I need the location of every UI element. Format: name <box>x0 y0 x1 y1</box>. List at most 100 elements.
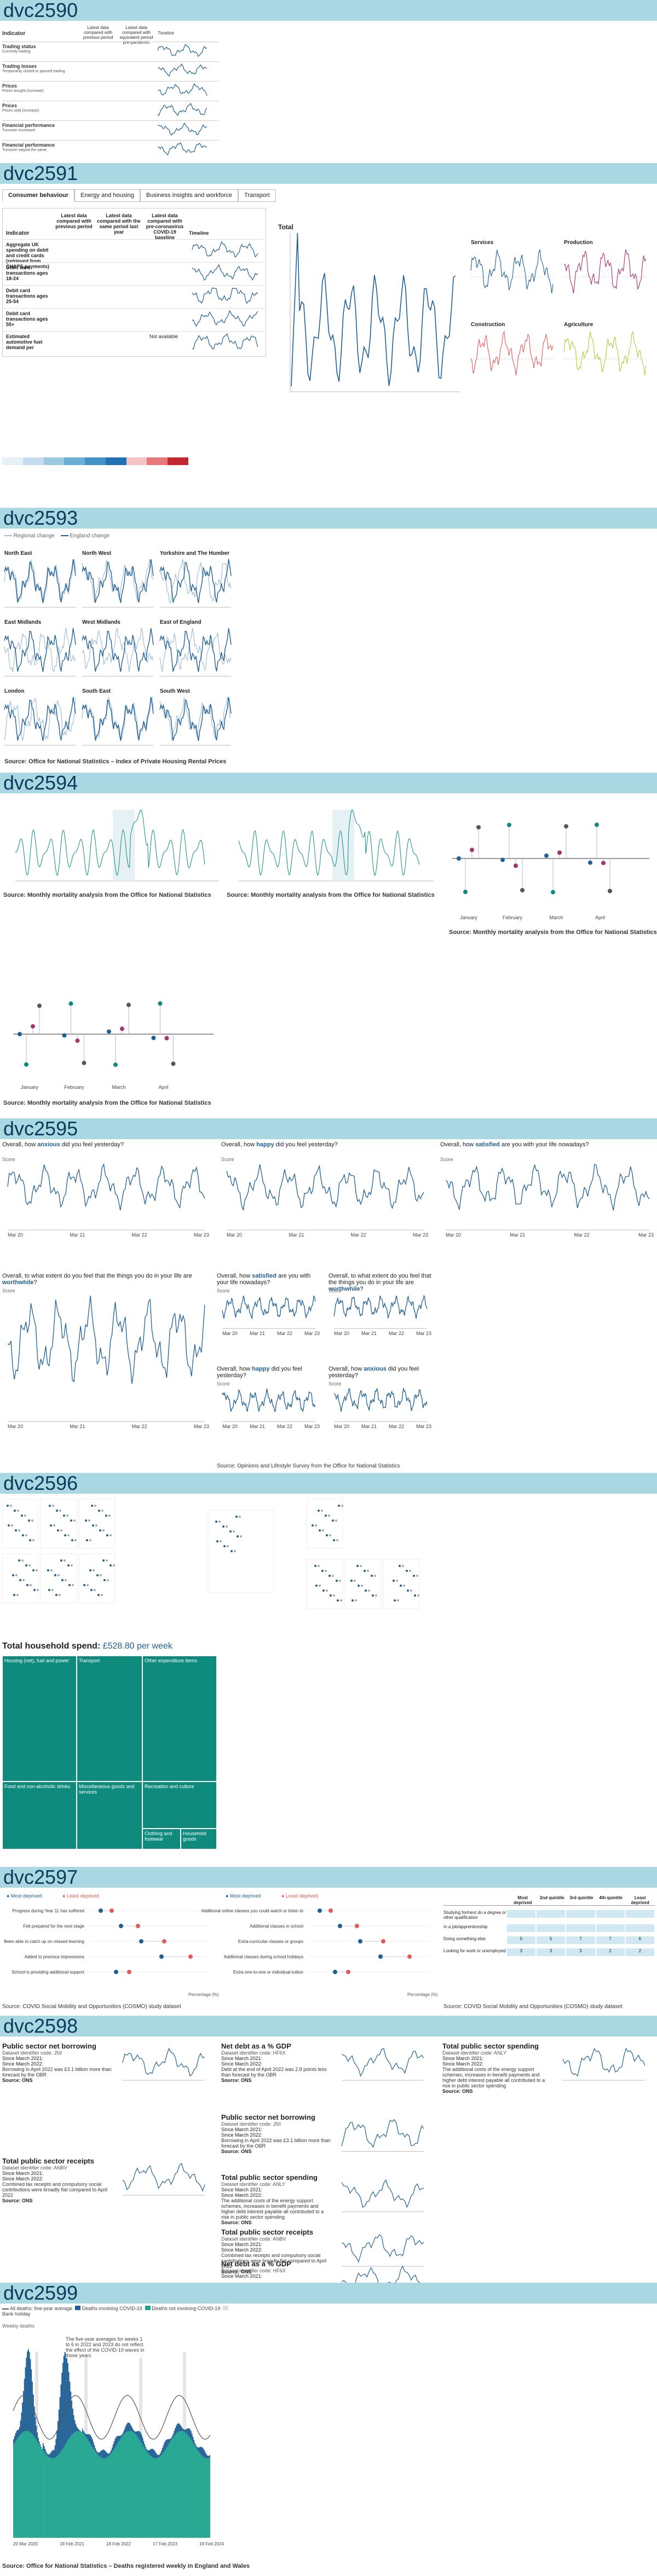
legend-regional: Regional change <box>13 533 55 539</box>
non-covid-bar <box>58 2454 60 2538</box>
non-covid-bar <box>151 2457 152 2538</box>
covid-bar <box>138 2431 140 2439</box>
month-label: March <box>112 1084 125 1090</box>
non-covid-bar <box>83 2434 84 2538</box>
question-title: Overall, how satisfied are you with your… <box>440 1141 655 1148</box>
dot <box>371 1575 373 1577</box>
non-covid-bar <box>186 2433 187 2538</box>
dot-least <box>110 1908 114 1913</box>
non-covid-bar <box>209 2457 210 2538</box>
annotation-2599: The five-year averages for weeks 1 to 6 … <box>66 2336 148 2358</box>
covid-bar <box>69 2381 71 2438</box>
treemap-other[interactable]: Other expenditure items <box>142 1656 217 1782</box>
dot <box>11 1524 13 1527</box>
dot <box>326 1534 328 1536</box>
dot <box>110 1534 112 1536</box>
dot-most <box>318 1908 322 1913</box>
non-covid-bar <box>181 2431 182 2538</box>
covid-bar <box>164 2442 165 2451</box>
row-value: Not available <box>149 334 178 339</box>
covid-bar <box>101 2450 102 2458</box>
non-covid-bar <box>143 2446 145 2538</box>
treemap-clothing[interactable]: Clothing and footwear <box>142 1829 181 1849</box>
lollipop-dot <box>24 1062 28 1067</box>
non-covid-bar <box>107 2457 108 2538</box>
non-covid-bar <box>107 2456 109 2538</box>
covid-bar <box>33 2394 34 2436</box>
covid-bar <box>204 2451 205 2458</box>
covid-bar <box>175 2428 176 2435</box>
covid-bar <box>112 2447 113 2452</box>
non-covid-bar <box>120 2438 122 2538</box>
card-note: Debt at the end of April 2022 was 2.8 po… <box>221 2067 327 2078</box>
item-label: Progress during Year 11 has suffered <box>13 1908 84 1913</box>
sparkline <box>157 63 208 77</box>
tab-consumer-behaviour[interactable]: Consumer behaviour <box>2 189 75 202</box>
treemap-housing[interactable]: Housing (net), fuel and power <box>2 1656 77 1782</box>
x-label: Percentage (%) <box>188 1992 219 1997</box>
covid-bar <box>120 2435 122 2438</box>
tab-business-insights[interactable]: Business insights and workforce <box>140 189 239 202</box>
covid-bar <box>156 2453 157 2458</box>
treemap-recreation[interactable]: Recreation and culture <box>142 1782 217 1829</box>
treemap-misc[interactable]: Miscellaneous goods and services <box>77 1782 142 1849</box>
dot <box>416 1575 418 1577</box>
covid-bar <box>207 2456 209 2458</box>
panel-frame <box>344 1559 382 1609</box>
non-covid-bar <box>21 2433 22 2538</box>
non-covid-bar <box>132 2432 134 2538</box>
england-line <box>159 559 232 604</box>
legend-covid: Deaths involving COVID-19 <box>82 2306 142 2311</box>
non-covid-bar <box>131 2431 132 2538</box>
covid-bar <box>157 2455 158 2458</box>
treemap-transport[interactable]: Transport <box>77 1656 142 1782</box>
row-label: Studying for/next do a degree or other q… <box>443 1910 506 1920</box>
dot <box>63 1515 65 1517</box>
treemap-household[interactable]: Household goods <box>181 1829 217 1849</box>
scale-swatch <box>126 457 147 465</box>
non-covid-bar <box>188 2436 190 2538</box>
treemap-food[interactable]: Food and non-alcoholic drinks <box>2 1782 77 1849</box>
non-covid-bar <box>199 2453 200 2538</box>
total-spend: Total household spend: £528.80 per week <box>2 1641 172 1651</box>
covid-bar <box>196 2446 198 2450</box>
wellbeing-line <box>445 1164 650 1211</box>
non-covid-bar <box>202 2456 204 2538</box>
section-2598: Public sector net borrowing Dataset ident… <box>0 2037 657 2299</box>
covid-bar <box>129 2423 131 2432</box>
non-covid-bar <box>176 2433 177 2538</box>
treemap-household-label: Household goods <box>183 1831 207 1842</box>
row-sub: Turnover stayed the same <box>2 148 47 152</box>
covid-bar <box>128 2422 130 2432</box>
non-covid-bar <box>125 2432 126 2538</box>
dot-panel <box>2 1499 39 1549</box>
dot <box>29 1539 31 1541</box>
non-covid-bar <box>26 2431 27 2538</box>
tab-energy-housing[interactable]: Energy and housing <box>74 189 140 202</box>
dot <box>60 1559 62 1562</box>
row-cell: 5 <box>506 1936 536 1944</box>
q-key: worthwhile <box>2 1279 34 1286</box>
tab-transport[interactable]: Transport <box>238 189 276 202</box>
covid-bar <box>83 2431 84 2434</box>
dot <box>14 1510 16 1512</box>
row-name: Financial performance <box>2 123 55 128</box>
q-pre: Overall, how <box>440 1141 476 1148</box>
non-covid-bar <box>118 2441 120 2538</box>
covid-bar <box>188 2428 190 2437</box>
dot <box>312 1524 314 1527</box>
covid-bar <box>61 2372 62 2450</box>
row-cell <box>506 1910 536 1918</box>
covid-bar <box>180 2424 181 2432</box>
non-covid-bar <box>69 2437 71 2538</box>
non-covid-bar <box>14 2443 15 2538</box>
head-cell: Least deprived <box>631 1895 649 1905</box>
q-post: are you with your life nowadays? <box>499 1141 589 1148</box>
dot <box>72 1584 74 1586</box>
lollipop-dot <box>514 863 518 868</box>
lollipop-dot <box>457 856 461 861</box>
non-covid-bar <box>112 2450 114 2538</box>
x-tick: Mar 20 <box>227 1232 243 1238</box>
dot <box>239 1516 241 1518</box>
panel-line <box>564 249 647 294</box>
